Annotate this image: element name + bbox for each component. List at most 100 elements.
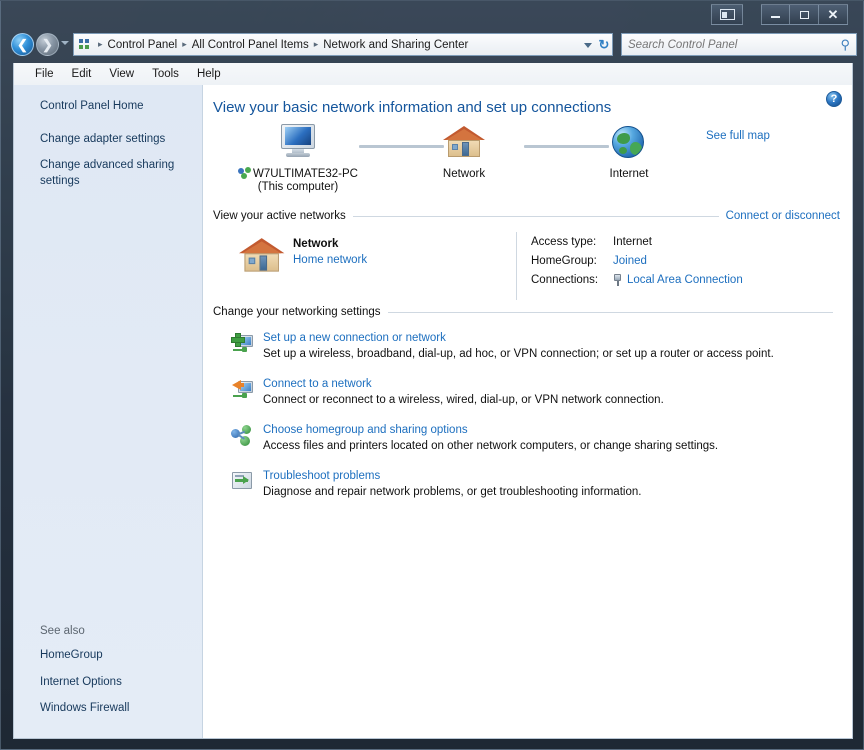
content-area: Control Panel Home Change adapter settin… [13, 85, 853, 739]
sidebar-item-internet-options[interactable]: Internet Options [40, 675, 185, 690]
active-network-entry: Network Home network Access type: Intern… [231, 232, 852, 300]
recent-pages-chevron-down-icon[interactable] [61, 41, 69, 45]
task-icon-wrapper [231, 470, 263, 498]
back-button[interactable]: ❮ [11, 33, 34, 56]
refresh-button[interactable]: ↻ [594, 34, 614, 55]
active-network-properties: Access type: Internet HomeGroup: Joined … [516, 232, 743, 300]
map-node-network[interactable]: Network [399, 124, 529, 181]
networking-task-list: Set up a new connection or network Set u… [231, 332, 852, 498]
house-icon [239, 236, 285, 275]
navigation-bar: ❮ ❯ ▸ Control Panel ▸ All Control Panel … [1, 29, 864, 61]
forward-button[interactable]: ❯ [36, 33, 59, 56]
breadcrumb-separator: ▸ [182, 39, 187, 49]
task-choose-homegroup-sharing[interactable]: Choose homegroup and sharing options Acc… [231, 424, 852, 452]
task-title-choose-homegroup-sharing[interactable]: Choose homegroup and sharing options [263, 424, 852, 436]
property-value-homegroup-link[interactable]: Joined [613, 255, 647, 267]
page-title: View your basic network information and … [213, 99, 612, 116]
task-connect-to-network[interactable]: Connect to a network Connect or reconnec… [231, 378, 852, 406]
map-node-internet-label: Internet [609, 168, 649, 180]
network-badge-icon [237, 167, 252, 179]
property-row-homegroup: HomeGroup: Joined [531, 253, 743, 268]
window-title-bar: ✕ [1, 1, 864, 29]
sidebar-item-windows-firewall[interactable]: Windows Firewall [40, 701, 185, 716]
explorer-window: ✕ ❮ ❯ ▸ Control Panel ▸ All Control Pane… [0, 0, 864, 750]
task-desc-choose-homegroup-sharing: Access files and printers located on oth… [263, 440, 719, 452]
active-network-type-link[interactable]: Home network [293, 254, 367, 266]
menu-view[interactable]: View [100, 66, 143, 82]
menu-help[interactable]: Help [188, 66, 230, 82]
sidebar-item-homegroup[interactable]: HomeGroup [40, 648, 185, 663]
task-desc-connect-to-network: Connect or reconnect to a wireless, wire… [263, 394, 664, 406]
property-key: Access type: [531, 235, 597, 248]
address-bar[interactable]: ▸ Control Panel ▸ All Control Panel Item… [73, 33, 613, 56]
breadcrumb-network-and-sharing-center[interactable]: Network and Sharing Center [321, 39, 470, 51]
globe-icon [612, 126, 646, 160]
main-pane: ? View your basic network information an… [203, 85, 852, 738]
task-body: Choose homegroup and sharing options Acc… [263, 424, 852, 452]
see-also-title: See also [40, 625, 85, 638]
property-row-access-type: Access type: Internet [531, 234, 743, 249]
forward-arrow-icon: ❯ [42, 36, 53, 52]
menu-tools[interactable]: Tools [143, 66, 188, 82]
see-also-section: See also HomeGroup Internet Options Wind… [40, 625, 200, 716]
sidebar-item-change-advanced-sharing-settings[interactable]: Change advanced sharing settings [40, 158, 185, 188]
active-network-text: Network Home network [293, 232, 367, 266]
task-setup-new-connection[interactable]: Set up a new connection or network Set u… [231, 332, 852, 360]
network-map: W7ULTIMATE32-PC (This computer) Network [211, 124, 852, 206]
property-row-connections: Connections: Local Area Connection [531, 272, 743, 287]
map-node-computer-sublabel: (This computer) [257, 181, 339, 194]
task-icon-wrapper [231, 424, 263, 452]
back-arrow-icon: ❮ [17, 36, 28, 52]
task-icon-wrapper [231, 332, 263, 360]
section-divider [352, 215, 719, 217]
networking-settings-header: Change your networking settings [213, 306, 840, 318]
property-value-access-type: Internet [613, 235, 652, 248]
task-title-connect-to-network[interactable]: Connect to a network [263, 378, 852, 390]
computer-name: W7ULTIMATE32-PC [252, 168, 358, 180]
close-button[interactable]: ✕ [819, 4, 848, 25]
minimize-button[interactable] [761, 4, 790, 25]
navigation-sidebar: Control Panel Home Change adapter settin… [14, 85, 203, 738]
search-input[interactable] [628, 38, 841, 51]
window-caption-buttons: ✕ [761, 4, 848, 25]
task-troubleshoot-problems[interactable]: Troubleshoot problems Diagnose and repai… [231, 470, 852, 498]
menu-file[interactable]: File [26, 66, 63, 82]
breadcrumb-control-panel[interactable]: Control Panel [106, 39, 180, 51]
sidebar-item-change-adapter-settings[interactable]: Change adapter settings [40, 132, 185, 147]
task-body: Troubleshoot problems Diagnose and repai… [263, 470, 852, 498]
active-networks-header: View your active networks Connect or dis… [213, 210, 840, 222]
map-node-computer[interactable]: W7ULTIMATE32-PC (This computer) [233, 124, 363, 193]
active-network-identity[interactable]: Network Home network [231, 232, 516, 300]
see-full-map-link[interactable]: See full map [706, 130, 770, 142]
close-icon: ✕ [827, 7, 839, 22]
task-title-troubleshoot-problems[interactable]: Troubleshoot problems [263, 470, 852, 482]
minimize-icon [771, 16, 780, 18]
connect-or-disconnect-link[interactable]: Connect or disconnect [726, 210, 840, 222]
address-dropdown-chevron-down-icon[interactable] [584, 43, 592, 48]
computer-icon [277, 124, 319, 160]
property-key: Connections: [531, 273, 599, 286]
maximize-icon [799, 10, 809, 19]
section-divider [387, 311, 833, 313]
menu-edit[interactable]: Edit [63, 66, 101, 82]
property-value-local-area-connection-link[interactable]: Local Area Connection [627, 274, 743, 286]
networking-settings-label: Change your networking settings [213, 306, 381, 318]
maximize-button[interactable] [790, 4, 819, 25]
property-key: HomeGroup: [531, 254, 597, 267]
refresh-icon: ↻ [598, 36, 610, 52]
breadcrumb-all-control-panel-items[interactable]: All Control Panel Items [190, 39, 311, 51]
task-desc-setup-new-connection: Set up a wireless, broadband, dial-up, a… [263, 348, 774, 360]
task-title-setup-new-connection[interactable]: Set up a new connection or network [263, 332, 852, 344]
active-networks-label: View your active networks [213, 210, 346, 222]
lan-icon [613, 273, 622, 286]
help-icon[interactable]: ? [826, 91, 842, 107]
task-body: Connect to a network Connect or reconnec… [263, 378, 852, 406]
sidebar-item-control-panel-home[interactable]: Control Panel Home [40, 99, 185, 114]
preview-pane-icon [719, 9, 735, 20]
search-box[interactable]: ⚲ [621, 33, 857, 56]
breadcrumb-separator: ▸ [313, 39, 319, 49]
map-node-internet[interactable]: Internet [564, 126, 694, 181]
sidebar-top-links: Control Panel Home Change adapter settin… [14, 85, 202, 189]
preview-pane-button[interactable] [711, 4, 743, 25]
control-panel-icon [78, 38, 93, 52]
